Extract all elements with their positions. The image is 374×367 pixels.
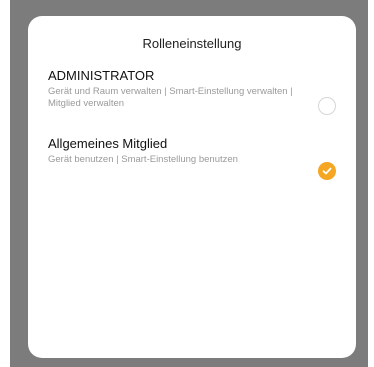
- radio-empty-icon[interactable]: [318, 97, 336, 115]
- role-option-description: Gerät und Raum verwalten | Smart-Einstel…: [48, 86, 293, 109]
- dialog-title: Rolleneinstellung: [142, 36, 242, 51]
- role-option-general-member[interactable]: Allgemeines Mitglied Gerät benutzen | Sm…: [28, 136, 356, 180]
- role-option-title: ADMINISTRATOR: [48, 68, 155, 83]
- role-option-description: Gerät benutzen | Smart-Einstellung benut…: [48, 154, 238, 165]
- role-option-title: Allgemeines Mitglied: [48, 136, 168, 151]
- role-option-administrator[interactable]: ADMINISTRATOR Gerät und Raum verwalten |…: [28, 68, 356, 124]
- checkmark-icon: [322, 167, 332, 175]
- role-setting-dialog: Rolleneinstellung ADMINISTRATOR Gerät un…: [28, 16, 356, 358]
- checkmark-circle-icon[interactable]: [318, 162, 336, 180]
